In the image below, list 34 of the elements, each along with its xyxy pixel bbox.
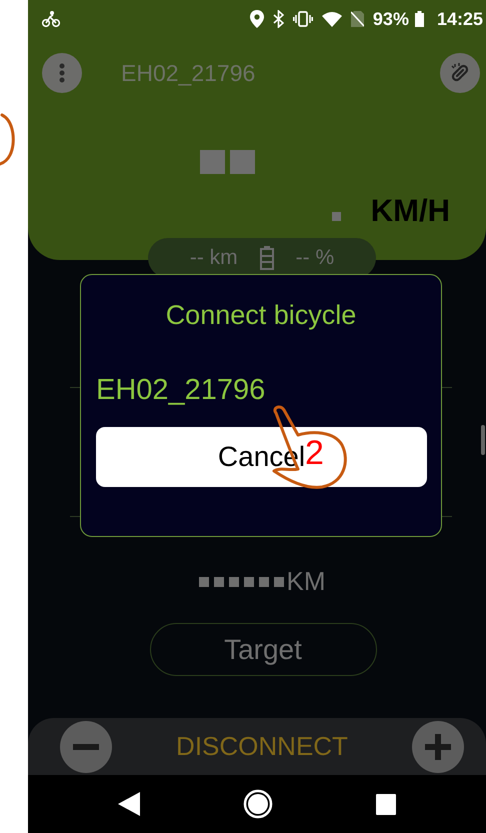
plus-button[interactable] <box>412 720 464 772</box>
back-icon[interactable] <box>118 792 140 816</box>
home-icon[interactable] <box>242 789 273 819</box>
bicycle-icon <box>42 11 60 27</box>
device-name: EH02_21796 <box>121 60 256 86</box>
menu-button[interactable] <box>42 53 82 93</box>
battery-percent: 93% <box>372 8 409 30</box>
battery-icon <box>260 246 274 270</box>
step-number: 2 <box>305 436 324 470</box>
vibrate-icon <box>292 11 313 27</box>
speed-unit: KM/H <box>370 195 450 226</box>
menu-icon <box>59 63 65 83</box>
plus-icon <box>425 734 451 760</box>
speed-placeholder-drawing <box>200 150 255 174</box>
recents-icon[interactable] <box>376 794 396 814</box>
charge-reading: -- % <box>296 246 334 270</box>
dialog-title: Connect bicycle <box>164 300 358 331</box>
minus-button[interactable] <box>60 720 112 772</box>
no-sim-icon <box>350 11 364 27</box>
location-icon <box>250 10 264 28</box>
distance-unit: KM <box>286 566 326 597</box>
wifi-icon <box>322 11 342 27</box>
clock-time: 14:25 <box>436 8 483 30</box>
range-reading: -- km <box>190 246 238 270</box>
link-button[interactable] <box>440 53 480 93</box>
device-list-item[interactable]: EH02_21796 <box>81 373 441 407</box>
bracket-annotation <box>0 113 16 167</box>
decimal-placeholder-icon <box>332 212 341 221</box>
minus-icon <box>73 744 99 750</box>
broken-link-icon <box>449 62 471 84</box>
battery-icon <box>414 11 424 27</box>
scroll-indicator <box>481 425 485 455</box>
target-button[interactable]: Target <box>150 623 376 676</box>
bluetooth-icon <box>272 10 284 28</box>
